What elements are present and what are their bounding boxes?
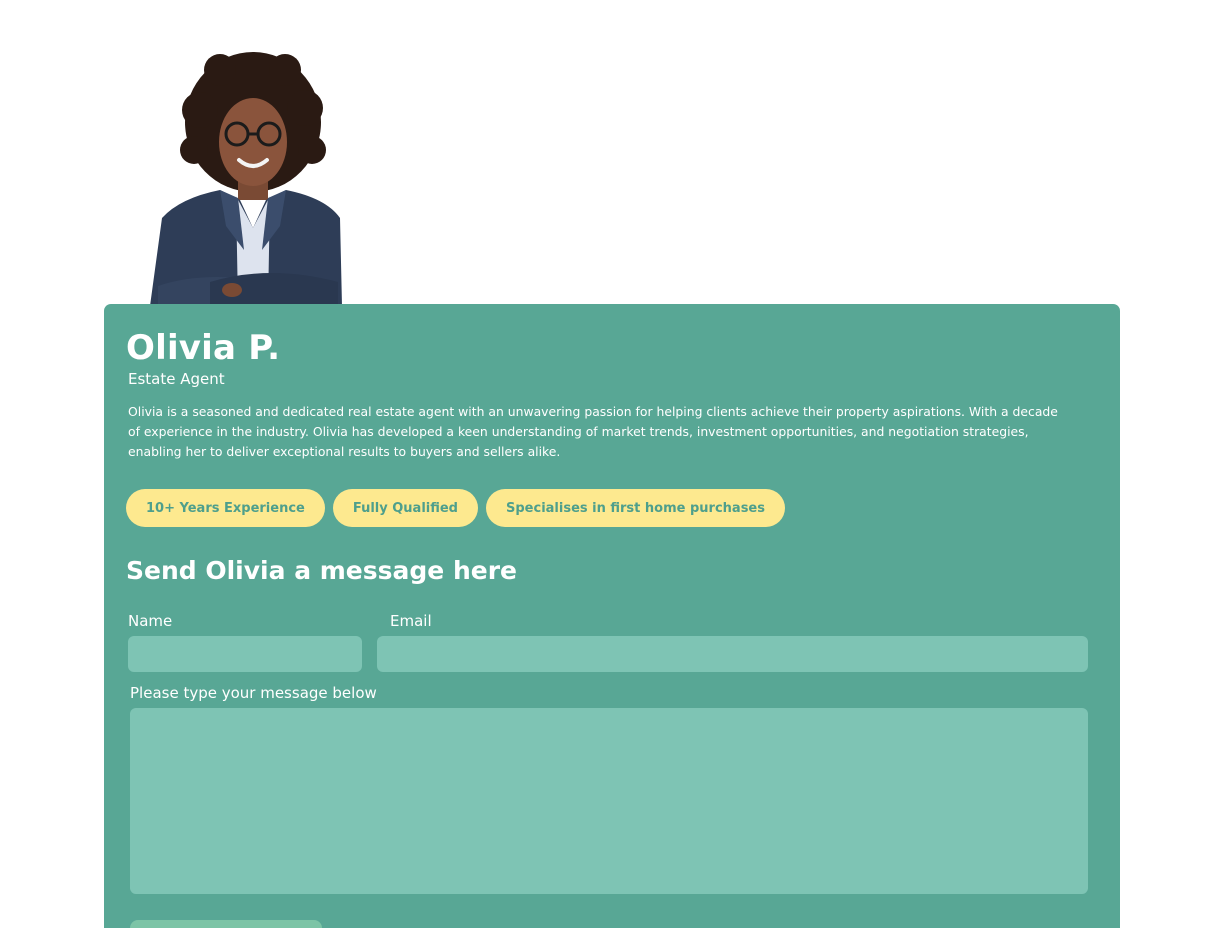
- message-label: Please type your message below: [130, 684, 377, 702]
- badge-list: 10+ Years Experience Fully Qualified Spe…: [126, 489, 785, 527]
- badge-qualified: Fully Qualified: [332, 489, 478, 527]
- submit-button[interactable]: [130, 920, 322, 928]
- agent-bio: Olivia is a seasoned and dedicated real …: [128, 404, 1058, 459]
- badge-experience: 10+ Years Experience: [126, 489, 325, 527]
- message-textarea[interactable]: [130, 708, 1088, 894]
- agent-card: Olivia P. Estate Agent Olivia is a seaso…: [104, 304, 1120, 928]
- agent-name: Olivia P.: [126, 328, 281, 368]
- agent-role: Estate Agent: [128, 370, 225, 388]
- email-input[interactable]: [377, 636, 1088, 672]
- name-input[interactable]: [128, 636, 362, 672]
- agent-profile-page: Olivia P. Estate Agent Olivia is a seaso…: [0, 0, 1232, 928]
- agent-photo: [140, 50, 355, 306]
- name-label: Name: [128, 612, 173, 630]
- form-title: Send Olivia a message here: [126, 556, 517, 585]
- email-label: Email: [390, 612, 432, 630]
- badge-specialism: Specialises in first home purchases: [486, 489, 785, 527]
